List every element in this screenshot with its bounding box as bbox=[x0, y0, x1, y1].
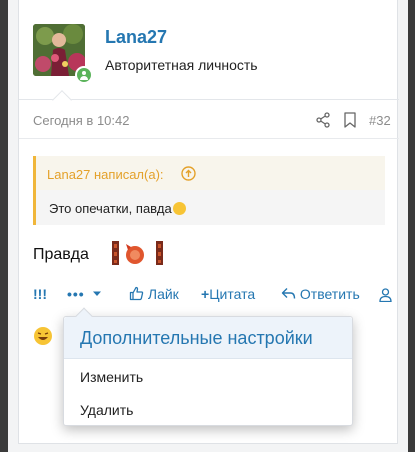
more-options-button[interactable]: ••• bbox=[67, 286, 102, 302]
chevron-down-icon bbox=[92, 291, 101, 296]
laughing-emoji-icon[interactable] bbox=[33, 326, 53, 346]
animated-emoji-icon bbox=[112, 241, 163, 265]
user-title: Авторитетная личность bbox=[105, 57, 258, 73]
more-options-menu: Дополнительные настройки Изменить Удалит… bbox=[63, 307, 353, 426]
more-options-label: ••• bbox=[67, 286, 85, 302]
bookmark-icon[interactable] bbox=[343, 112, 357, 128]
plus-icon: + bbox=[201, 286, 210, 302]
reply-arrow-icon bbox=[281, 288, 296, 299]
reply-label: Ответить bbox=[299, 286, 360, 302]
menu-item-delete[interactable]: Удалить bbox=[80, 402, 133, 418]
online-status-icon bbox=[75, 66, 93, 84]
username-link[interactable]: Lana27 bbox=[105, 27, 167, 48]
share-icon[interactable] bbox=[315, 112, 331, 128]
menu-item-edit[interactable]: Изменить bbox=[80, 369, 143, 385]
post-body-text: Правда bbox=[33, 246, 89, 263]
quote-header: Lana27 написал(а): bbox=[36, 156, 385, 190]
quote-text-content: Это опечатки, павда bbox=[49, 201, 172, 216]
quote-label: Цитата bbox=[209, 286, 256, 302]
report-button[interactable]: !!! bbox=[33, 286, 47, 302]
user-icon[interactable] bbox=[379, 288, 392, 302]
quote-jump-icon[interactable] bbox=[181, 166, 196, 181]
wink-emoji-icon bbox=[172, 202, 186, 215]
post-actions-bar: !!! ••• Лайк +Цитата Ответить bbox=[19, 280, 399, 310]
menu-header: Дополнительные настройки bbox=[64, 317, 352, 359]
menu-title: Дополнительные настройки bbox=[80, 328, 313, 348]
reply-button[interactable]: Ответить bbox=[281, 286, 360, 302]
like-label: Лайк bbox=[147, 286, 179, 302]
post-date[interactable]: Сегодня в 10:42 bbox=[33, 113, 129, 128]
like-button[interactable]: Лайк bbox=[129, 286, 179, 302]
post-meta-row: Сегодня в 10:42 #32 bbox=[19, 101, 399, 139]
quote-block: Lana27 написал(а): Это опечатки, павда bbox=[33, 156, 385, 225]
page-background: Lana27 Авторитетная личность Сегодня в 1… bbox=[8, 0, 408, 452]
author-block: Lana27 Авторитетная личность bbox=[19, 0, 399, 110]
post-number-link[interactable]: #32 bbox=[369, 113, 391, 128]
thumbs-up-icon bbox=[129, 286, 144, 301]
quote-button[interactable]: +Цитата bbox=[201, 286, 255, 302]
quote-text: Это опечатки, павда bbox=[49, 201, 186, 216]
quote-author-link[interactable]: Lana27 написал(а): bbox=[47, 167, 164, 182]
